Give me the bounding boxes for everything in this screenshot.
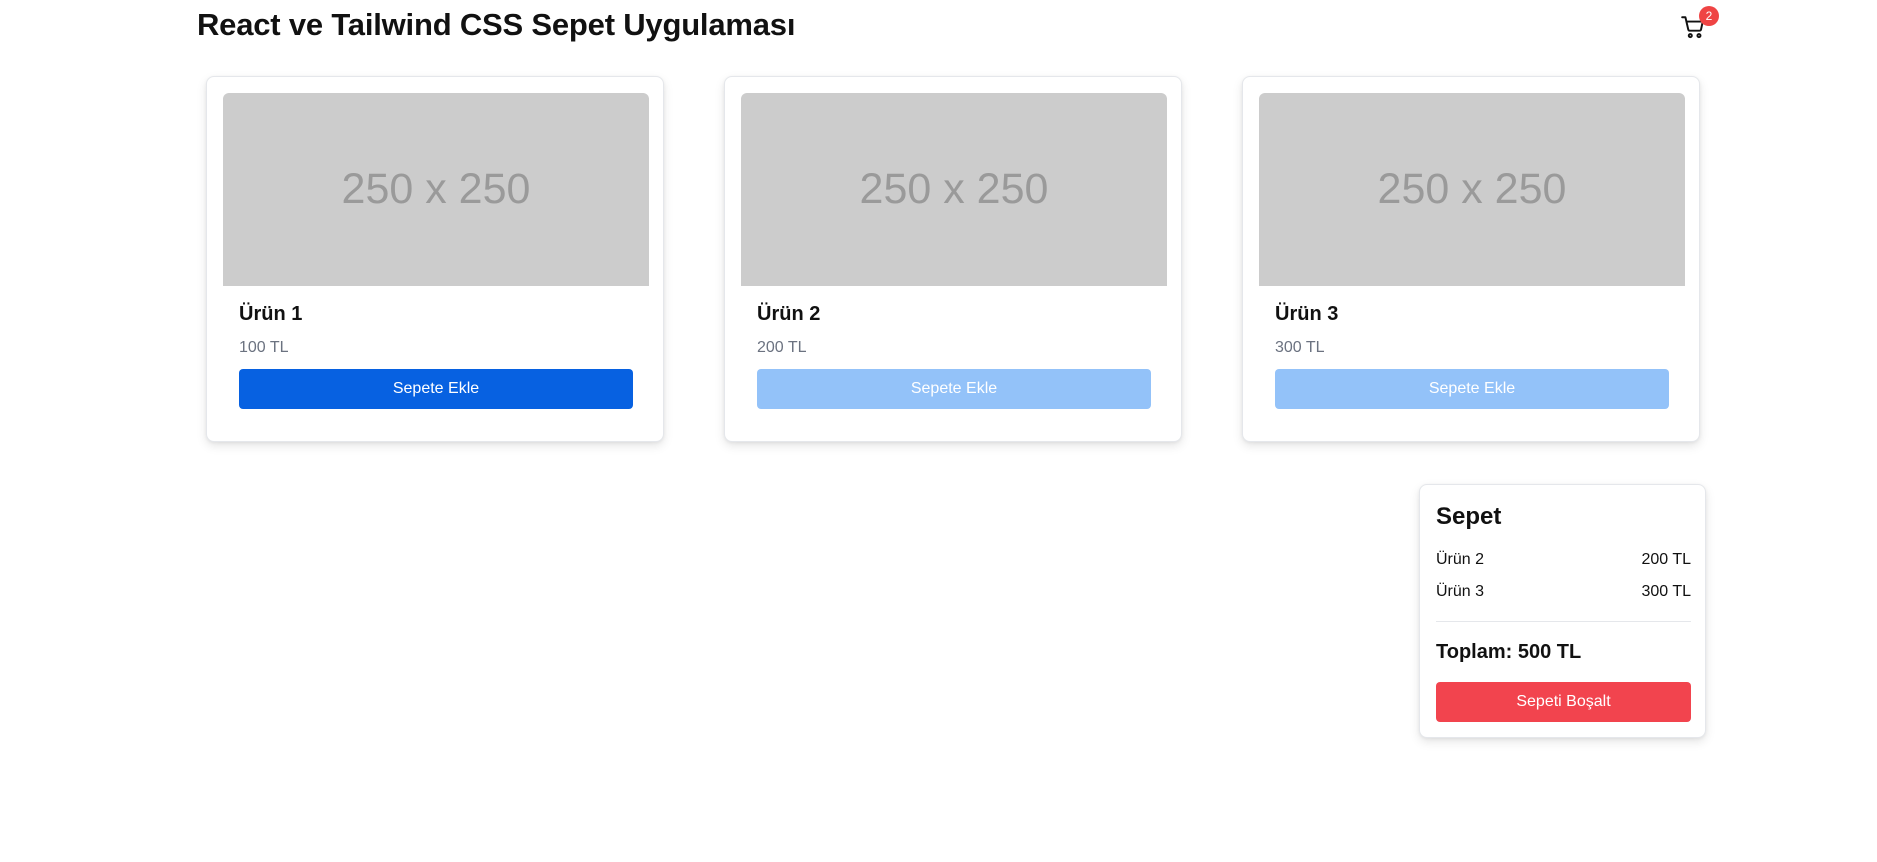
product-image-placeholder: 250 x 250 bbox=[1259, 93, 1685, 286]
add-to-cart-button[interactable]: Sepete Ekle bbox=[1275, 369, 1669, 409]
clear-cart-button[interactable]: Sepeti Boşalt bbox=[1436, 682, 1691, 722]
page: React ve Tailwind CSS Sepet Uygulaması 2… bbox=[0, 0, 1877, 862]
product-card: 250 x 250 Ürün 3 300 TL Sepete Ekle bbox=[1242, 76, 1700, 442]
cart-item: Ürün 2 200 TL bbox=[1436, 551, 1691, 583]
cart-item: Ürün 3 300 TL bbox=[1436, 583, 1691, 615]
cart-total-value: 500 TL bbox=[1517, 641, 1582, 663]
product-name: Ürün 3 bbox=[1275, 303, 1339, 325]
add-to-cart-button[interactable]: Sepete Ekle bbox=[757, 369, 1151, 409]
product-price: 100 TL bbox=[239, 339, 289, 356]
cart-total: Toplam: 500 TL bbox=[1436, 641, 1581, 664]
cart-total-label: Toplam: bbox=[1436, 641, 1513, 663]
cart-button[interactable]: 2 bbox=[1676, 6, 1719, 44]
product-grid: 250 x 250 Ürün 1 100 TL Sepete Ekle 250 … bbox=[206, 76, 1700, 442]
product-card: 250 x 250 Ürün 2 200 TL Sepete Ekle bbox=[724, 76, 1182, 442]
product-name: Ürün 1 bbox=[239, 303, 303, 325]
product-price: 300 TL bbox=[1275, 339, 1325, 356]
cart-divider bbox=[1436, 621, 1691, 622]
product-card: 250 x 250 Ürün 1 100 TL Sepete Ekle bbox=[206, 76, 664, 442]
cart-items-list: Ürün 2 200 TL Ürün 3 300 TL bbox=[1436, 551, 1691, 615]
cart-title: Sepet bbox=[1436, 503, 1502, 530]
page-title: React ve Tailwind CSS Sepet Uygulaması bbox=[197, 7, 796, 42]
cart-item-name: Ürün 2 bbox=[1436, 551, 1485, 568]
cart-item-price: 300 TL bbox=[1641, 583, 1691, 600]
add-to-cart-button[interactable]: Sepete Ekle bbox=[239, 369, 633, 409]
product-image-placeholder: 250 x 250 bbox=[223, 93, 649, 286]
cart-panel: Sepet Ürün 2 200 TL Ürün 3 300 TL Toplam… bbox=[1419, 484, 1706, 738]
cart-count-badge: 2 bbox=[1699, 6, 1719, 26]
product-price: 200 TL bbox=[757, 339, 807, 356]
product-name: Ürün 2 bbox=[757, 303, 821, 325]
product-image-placeholder: 250 x 250 bbox=[741, 93, 1167, 286]
cart-item-name: Ürün 3 bbox=[1436, 583, 1485, 600]
cart-item-price: 200 TL bbox=[1641, 551, 1691, 568]
